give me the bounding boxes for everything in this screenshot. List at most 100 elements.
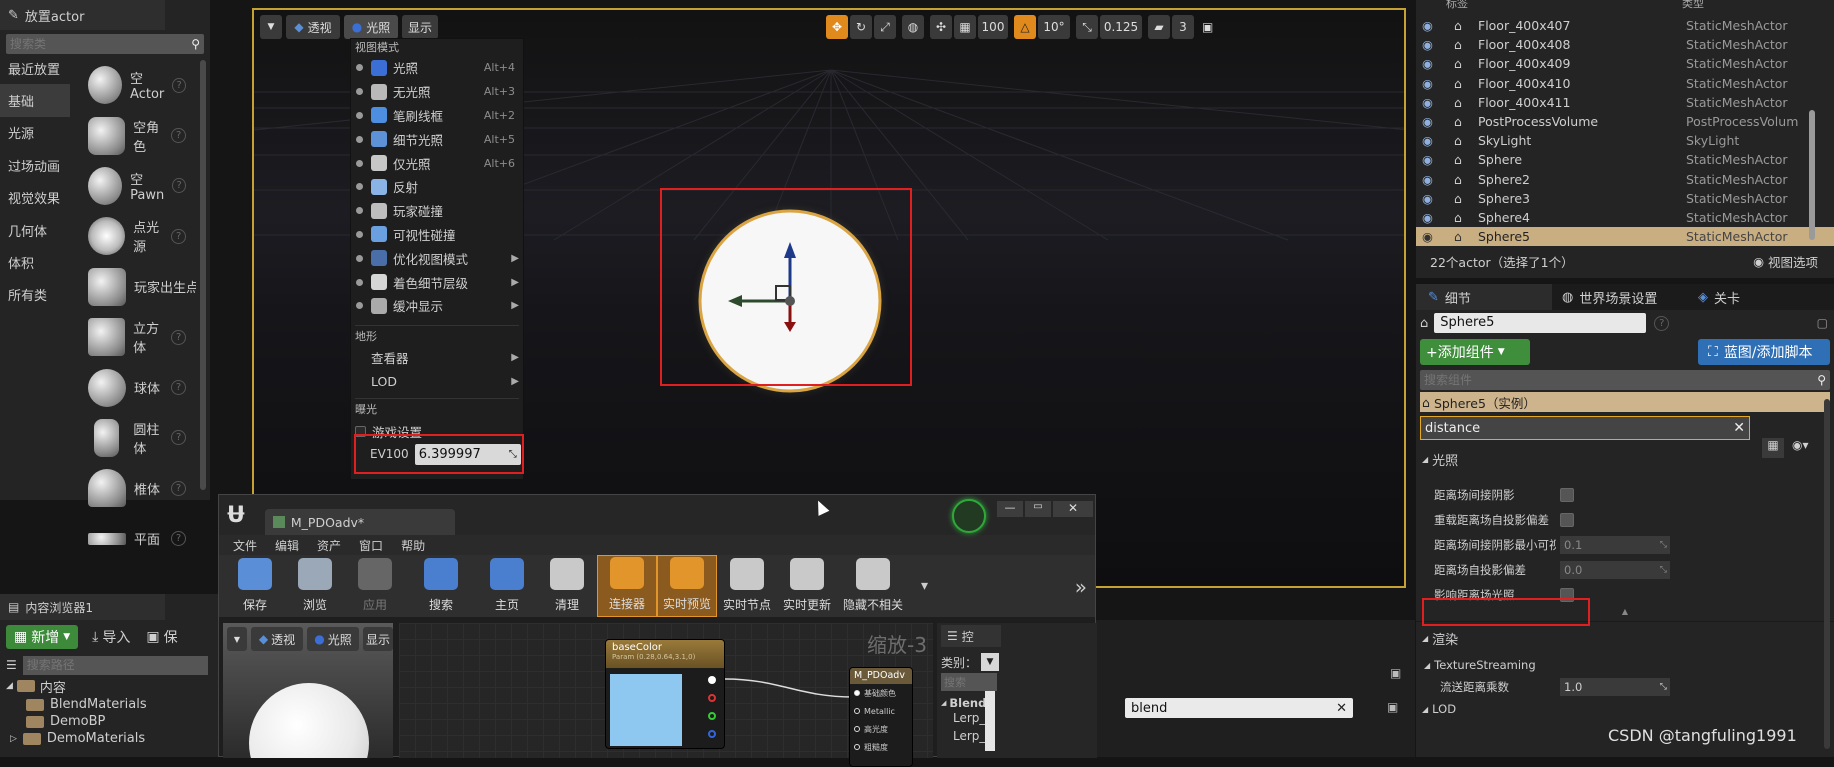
grid-size-value[interactable]: 100 <box>978 15 1008 39</box>
material-toolbar-button[interactable]: 实时更新 <box>777 555 837 617</box>
drag-handle-icon[interactable]: ⤡ <box>1660 565 1667 575</box>
actor-item-sphere[interactable]: 球体? <box>80 362 198 412</box>
view-mode-item[interactable]: 玩家碰撞 <box>351 199 523 223</box>
preview-perspective-button[interactable]: ◆ 透视 <box>251 627 303 651</box>
actor-item-empty-character[interactable]: 空角色? <box>80 110 198 160</box>
camera-speed-value[interactable]: 3 <box>1172 15 1194 39</box>
view-mode-item[interactable]: 仅光照 Alt+6 <box>351 151 523 175</box>
property-checkbox[interactable] <box>1560 512 1574 527</box>
visibility-eye-icon[interactable]: ◉ <box>1416 56 1454 71</box>
material-toolbar-button[interactable]: 实时预览 <box>657 555 717 617</box>
visibility-eye-icon[interactable]: ◉ <box>1416 210 1454 225</box>
preview-view-menu[interactable]: ▼ <box>227 627 247 651</box>
material-graph[interactable]: 缩放-3 baseColor Param (0.28,0.64,3.1,0) M… <box>399 623 933 767</box>
folder-blendmaterials[interactable]: BlendMaterials <box>0 696 222 713</box>
outliner-row[interactable]: ◉ ⌂ Sphere StaticMeshActor <box>1416 150 1834 169</box>
actor-item-plane[interactable]: 平面? <box>80 514 198 564</box>
actor-item-cube[interactable]: 立方体? <box>80 312 198 362</box>
outliner-row[interactable]: ◉ ⌂ Sphere3 StaticMeshActor <box>1416 189 1834 208</box>
basecolor-param-node[interactable]: baseColor Param (0.28,0.64,3.1,0) <box>605 639 725 749</box>
stream-distance-input[interactable]: 1.0 ⤡ <box>1560 678 1670 696</box>
category-geometry[interactable]: 几何体 <box>0 214 70 246</box>
outliner-row[interactable]: ◉ ⌂ Floor_400x408 StaticMeshActor <box>1416 35 1834 54</box>
visibility-eye-icon[interactable]: ◉ <box>1416 172 1454 187</box>
category-volumes[interactable]: 体积 <box>0 246 70 278</box>
perspective-button[interactable]: ◆ 透视 <box>286 15 340 39</box>
search-components-box[interactable]: ⚲ <box>1420 370 1830 390</box>
palette-scrollbar[interactable] <box>985 691 995 751</box>
close-button[interactable]: ✕ <box>1053 501 1093 517</box>
drag-handle-icon[interactable]: ⤡ <box>509 449 517 460</box>
palette-group-blends[interactable]: ◢ Blends <box>941 695 1093 711</box>
view-mode-item[interactable]: 细节光照 Alt+5 <box>351 127 523 151</box>
material-toolbar-button[interactable]: 清理 <box>537 555 597 617</box>
view-mode-item[interactable]: 无光照 Alt+3 <box>351 80 523 104</box>
help-icon[interactable]: ? <box>171 128 186 144</box>
actor-name-field[interactable]: Sphere5 <box>1434 313 1647 333</box>
translate-mode-button[interactable]: ✥ <box>826 15 848 39</box>
category-basic[interactable]: 基础 <box>0 84 70 117</box>
menu-item-viewer[interactable]: 查看器 ▶ <box>351 346 523 370</box>
save-search-icon[interactable]: ▣ <box>1387 700 1398 714</box>
property-matrix-icon[interactable]: ▦ <box>1762 438 1784 458</box>
palette-category-dropdown[interactable]: ▼ <box>981 653 1000 671</box>
visibility-eye-icon[interactable]: ◉ <box>1416 18 1454 33</box>
visibility-eye-icon[interactable]: ◉ <box>1416 76 1454 91</box>
settings-icon[interactable]: ▣ <box>1390 666 1401 680</box>
property-value-input[interactable]: 0.0 ⤡ <box>1560 560 1670 579</box>
view-mode-item[interactable]: 光照 Alt+4 <box>351 56 523 80</box>
asset-search-box[interactable]: blend ✕ <box>1125 698 1353 718</box>
property-checkbox[interactable] <box>1560 487 1574 502</box>
menu-asset[interactable]: 资产 <box>317 537 341 554</box>
palette-search-input[interactable] <box>941 673 997 691</box>
material-toolbar-button[interactable]: 保存 <box>225 555 285 617</box>
menu-edit[interactable]: 编辑 <box>275 537 299 554</box>
help-icon[interactable]: ? <box>172 178 186 194</box>
outliner-header-label[interactable]: 标签 <box>1446 0 1468 11</box>
maximize-button[interactable]: ▭ <box>1025 501 1051 517</box>
search-path-input[interactable] <box>22 655 208 675</box>
palette-item-lerp-2[interactable]: Lerp_ <box>941 729 1093 747</box>
close-icon[interactable]: ✕ <box>1336 701 1347 716</box>
help-icon[interactable]: ? <box>171 329 186 345</box>
rotation-snap-value[interactable]: 10° <box>1038 15 1070 39</box>
search-icon[interactable]: ⚲ <box>191 37 200 51</box>
class-search-input[interactable] <box>10 37 192 51</box>
menu-item-lod[interactable]: LOD ▶ <box>351 370 523 394</box>
help-icon[interactable]: ? <box>171 480 186 496</box>
view-mode-item[interactable]: 笔刷线框 Alt+2 <box>351 104 523 128</box>
material-toolbar-button[interactable]: 实时节点 <box>717 555 777 617</box>
outliner-row[interactable]: ◉ ⌂ Floor_400x410 StaticMeshActor <box>1416 74 1834 93</box>
ev100-input[interactable]: 6.399997 ⤡ <box>414 443 521 465</box>
world-local-icon[interactable]: ◍ <box>902 15 924 39</box>
content-browser-tab[interactable]: ▤ 内容浏览器1 <box>0 594 165 620</box>
surface-snap-icon[interactable]: ✣ <box>930 15 952 39</box>
drag-handle-icon[interactable]: ⤡ <box>1660 682 1667 692</box>
visibility-eye-icon[interactable]: ◉ <box>1416 191 1454 206</box>
rotate-mode-button[interactable]: ↻ <box>850 15 872 39</box>
material-toolbar-button[interactable]: 隐藏不相关 <box>837 555 909 617</box>
visibility-eye-icon[interactable]: ◉ <box>1416 37 1454 52</box>
new-button[interactable]: ▦ 新增 ▼ <box>6 625 79 649</box>
add-component-button[interactable]: +添加组件 ▼ <box>1420 339 1530 365</box>
visibility-eye-icon[interactable]: ◉ <box>1416 114 1454 129</box>
details-scrollbar[interactable] <box>1824 399 1830 749</box>
help-icon[interactable]: ? <box>171 531 186 547</box>
material-toolbar-button[interactable]: 应用 <box>345 555 405 617</box>
visibility-eye-icon[interactable]: ◉ <box>1416 229 1454 244</box>
preview-show-button[interactable]: 显示 <box>363 627 393 651</box>
output-node-pin[interactable]: 高光度 <box>850 720 912 738</box>
component-instance-row[interactable]: ⌂ Sphere5（实例） <box>1420 392 1830 412</box>
class-search-box[interactable]: ⚲ <box>6 34 204 54</box>
view-mode-item[interactable]: 着色细节层级 ▶ <box>351 270 523 294</box>
actor-item-empty-actor[interactable]: 空Actor? <box>80 60 198 110</box>
help-icon[interactable]: ? <box>1654 315 1670 331</box>
camera-speed-icon[interactable]: ▰ <box>1148 15 1170 39</box>
material-preview-viewport[interactable]: ▼ ◆ 透视 ● 光照 显示 <box>223 623 393 758</box>
outliner-scrollbar[interactable] <box>1809 110 1815 240</box>
material-tab[interactable]: M_PDOadv* <box>264 509 455 535</box>
view-options-button[interactable]: 视图选项 <box>1768 252 1818 271</box>
output-node-pin[interactable]: 粗糙度 <box>850 738 912 756</box>
search-components-input[interactable] <box>1424 373 1818 387</box>
tab-levels[interactable]: ◈ 关卡 <box>1690 288 1740 307</box>
